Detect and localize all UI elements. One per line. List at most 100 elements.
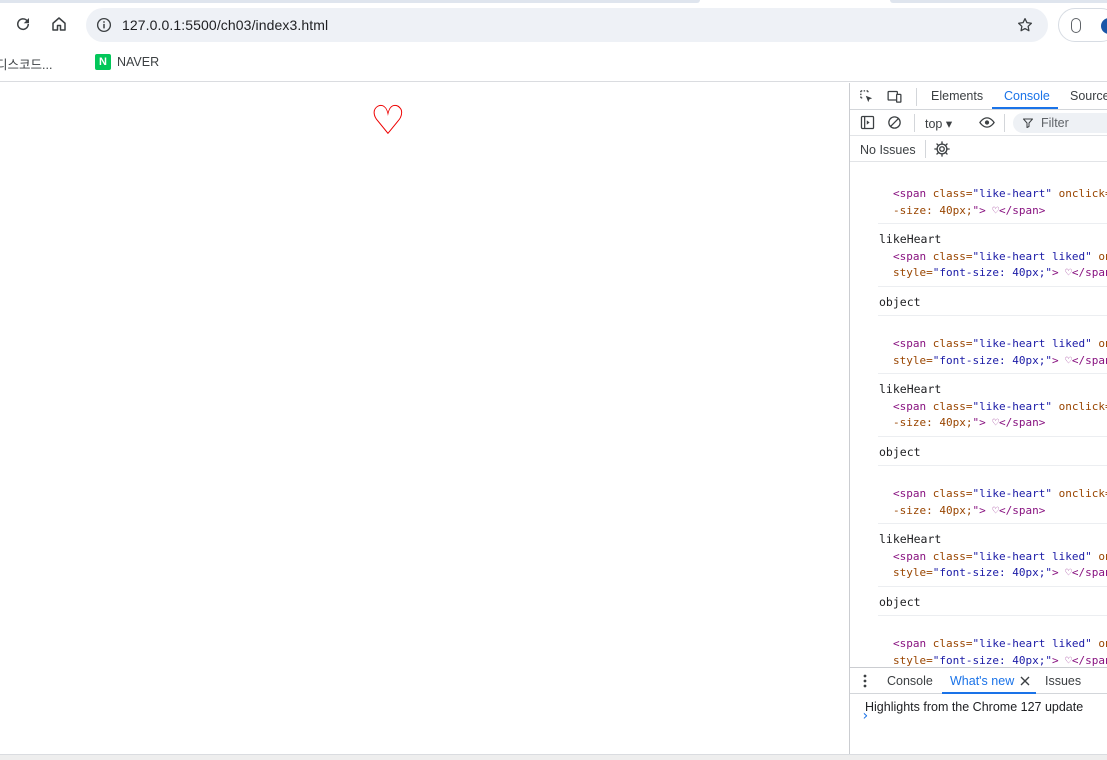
- console-code-line: <span class="like-heart liked" oncli: [893, 250, 1107, 263]
- extensions-area[interactable]: [1058, 8, 1107, 42]
- code-token-a1: -size: 40px;: [893, 503, 973, 517]
- console-code-line: <span class="like-heart liked" oncli: [893, 637, 1107, 650]
- reload-button[interactable]: [8, 9, 38, 39]
- code-token-tag-open: <span: [893, 549, 933, 563]
- console-code-line: style="font-size: 40px;"> ♡</span>: [893, 266, 1107, 279]
- toolbar-separator: [914, 114, 915, 132]
- address-bar[interactable]: 127.0.0.1:5500/ch03/index3.html: [86, 8, 1048, 42]
- console-log-label: likeHeart: [879, 532, 942, 546]
- code-token-tag-close: > ♡</span>: [1051, 653, 1107, 667]
- console-code-line: -size: 40px;"> ♡</span>: [893, 204, 1045, 217]
- more-options-icon[interactable]: [862, 674, 868, 688]
- live-expression-eye-icon[interactable]: [977, 114, 997, 131]
- code-token-a2: onclick=: [1051, 487, 1107, 500]
- code-token-v1: "font-size: 40px;": [932, 653, 1052, 667]
- console-log-label: likeHeart: [879, 232, 942, 246]
- bookmark-label: 디스코드...: [0, 58, 53, 72]
- console-code-line: -size: 40px;"> ♡</span>: [893, 416, 1045, 429]
- code-token-a1: style=: [893, 266, 933, 279]
- profile-avatar[interactable]: [1101, 18, 1107, 34]
- tab-separator: [916, 88, 917, 106]
- code-token-a2: oncli: [1098, 249, 1107, 263]
- code-token-tag-close: "> ♡</span>: [972, 203, 1046, 217]
- code-token-v1: "like-heart liked": [972, 637, 1092, 650]
- gear-icon[interactable]: [933, 140, 951, 158]
- code-token-a1: class=: [932, 249, 973, 263]
- console-output[interactable]: › <span class="like-heart" onclick="li-s…: [850, 163, 1107, 724]
- site-info-icon[interactable]: [95, 16, 113, 34]
- console-code-line: <span class="like-heart" onclick="li: [893, 187, 1107, 200]
- sidebar-toggle-icon[interactable]: [859, 114, 876, 131]
- tab-elements[interactable]: Elements: [931, 89, 983, 103]
- drawer-active-indicator: [942, 692, 1036, 694]
- code-token-v1: "like-heart": [972, 487, 1052, 500]
- devtools-panel: Elements Console Source top ▾ Filter No …: [849, 83, 1107, 754]
- bookmark-naver[interactable]: N NAVER: [95, 54, 159, 70]
- console-message-separator: [878, 373, 1107, 374]
- tab-sources[interactable]: Source: [1070, 89, 1107, 103]
- code-token-a1: -size: 40px;: [893, 203, 973, 217]
- extension-icon[interactable]: [1071, 18, 1081, 33]
- console-filter-input[interactable]: Filter: [1013, 113, 1107, 133]
- context-selector[interactable]: top ▾: [925, 116, 952, 131]
- drawer-tab-bar: Console What's new Issues: [850, 667, 1107, 694]
- drawer-tab-issues[interactable]: Issues: [1045, 674, 1081, 688]
- code-token-a1: class=: [932, 637, 973, 650]
- code-token-tag-open: <span: [893, 637, 933, 650]
- console-message-separator: [878, 465, 1107, 466]
- console-message-separator: [878, 585, 1107, 587]
- reload-icon: [17, 18, 30, 31]
- device-toolbar-icon[interactable]: [886, 88, 903, 105]
- code-token-a2: oncli: [1098, 549, 1107, 563]
- code-token-v1: "like-heart": [972, 399, 1052, 413]
- close-icon[interactable]: [1020, 676, 1030, 686]
- console-toolbar: top ▾ Filter: [850, 110, 1107, 136]
- console-code-line: <span class="like-heart" onclick="li: [893, 400, 1107, 413]
- naver-logo-icon: N: [95, 54, 111, 70]
- bookmarks-bar: 디스코드... N NAVER: [0, 47, 1107, 82]
- code-token-v1: "like-heart liked": [972, 249, 1092, 263]
- console-code-line: style="font-size: 40px;"> ♡</span>: [893, 354, 1107, 367]
- console-code-line: <span class="like-heart liked" oncli: [893, 550, 1107, 563]
- code-token-v1: "like-heart": [972, 187, 1052, 200]
- console-message-separator: [878, 223, 1107, 224]
- code-token-a1: class=: [932, 337, 973, 350]
- code-token-tag-close: > ♡</span>: [1051, 266, 1107, 279]
- console-code-line: -size: 40px;"> ♡</span>: [893, 504, 1045, 517]
- like-heart[interactable]: ♡: [370, 101, 406, 141]
- bookmark-star-icon[interactable]: [1016, 16, 1034, 34]
- active-tab-indicator: [992, 107, 1058, 109]
- issues-bar: No Issues: [850, 136, 1107, 162]
- tab-console[interactable]: Console: [1004, 89, 1050, 103]
- code-token-a2: oncli: [1098, 337, 1107, 350]
- issues-count[interactable]: No Issues: [860, 143, 916, 157]
- code-token-a1: class=: [932, 487, 973, 500]
- tab-edge: [890, 0, 1107, 3]
- code-token-v1: "font-size: 40px;": [932, 266, 1052, 279]
- code-token-tag-open: <span: [893, 249, 933, 263]
- drawer-tab-console[interactable]: Console: [887, 674, 933, 688]
- console-message-separator: [878, 523, 1107, 524]
- console-message-separator: [878, 615, 1107, 616]
- filter-placeholder: Filter: [1041, 116, 1069, 130]
- code-token-tag-open: <span: [893, 487, 933, 500]
- console-message-separator: [878, 435, 1107, 437]
- window-bottom-edge: [0, 754, 1107, 760]
- console-code-line: style="font-size: 40px;"> ♡</span>: [893, 654, 1107, 667]
- code-token-v1: "font-size: 40px;": [932, 566, 1052, 579]
- page-viewport: ♡: [0, 83, 849, 754]
- code-token-tag-open: <span: [893, 187, 933, 200]
- console-log-label: object: [879, 594, 921, 609]
- code-token-a1: class=: [932, 399, 973, 413]
- drawer-tab-whats-new[interactable]: What's new: [950, 674, 1014, 688]
- console-log-label: object: [879, 444, 921, 459]
- code-token-tag-close: "> ♡</span>: [972, 416, 1046, 429]
- home-button[interactable]: [44, 9, 74, 39]
- inspect-element-icon[interactable]: [858, 88, 875, 105]
- code-token-v1: "font-size: 40px;": [932, 353, 1052, 367]
- console-message-separator: [878, 315, 1107, 316]
- clear-console-icon[interactable]: [886, 114, 903, 131]
- bookmark-discord[interactable]: 디스코드...: [0, 54, 52, 73]
- code-token-tag-close: > ♡</span>: [1051, 353, 1107, 367]
- active-tab-edge: [0, 0, 700, 3]
